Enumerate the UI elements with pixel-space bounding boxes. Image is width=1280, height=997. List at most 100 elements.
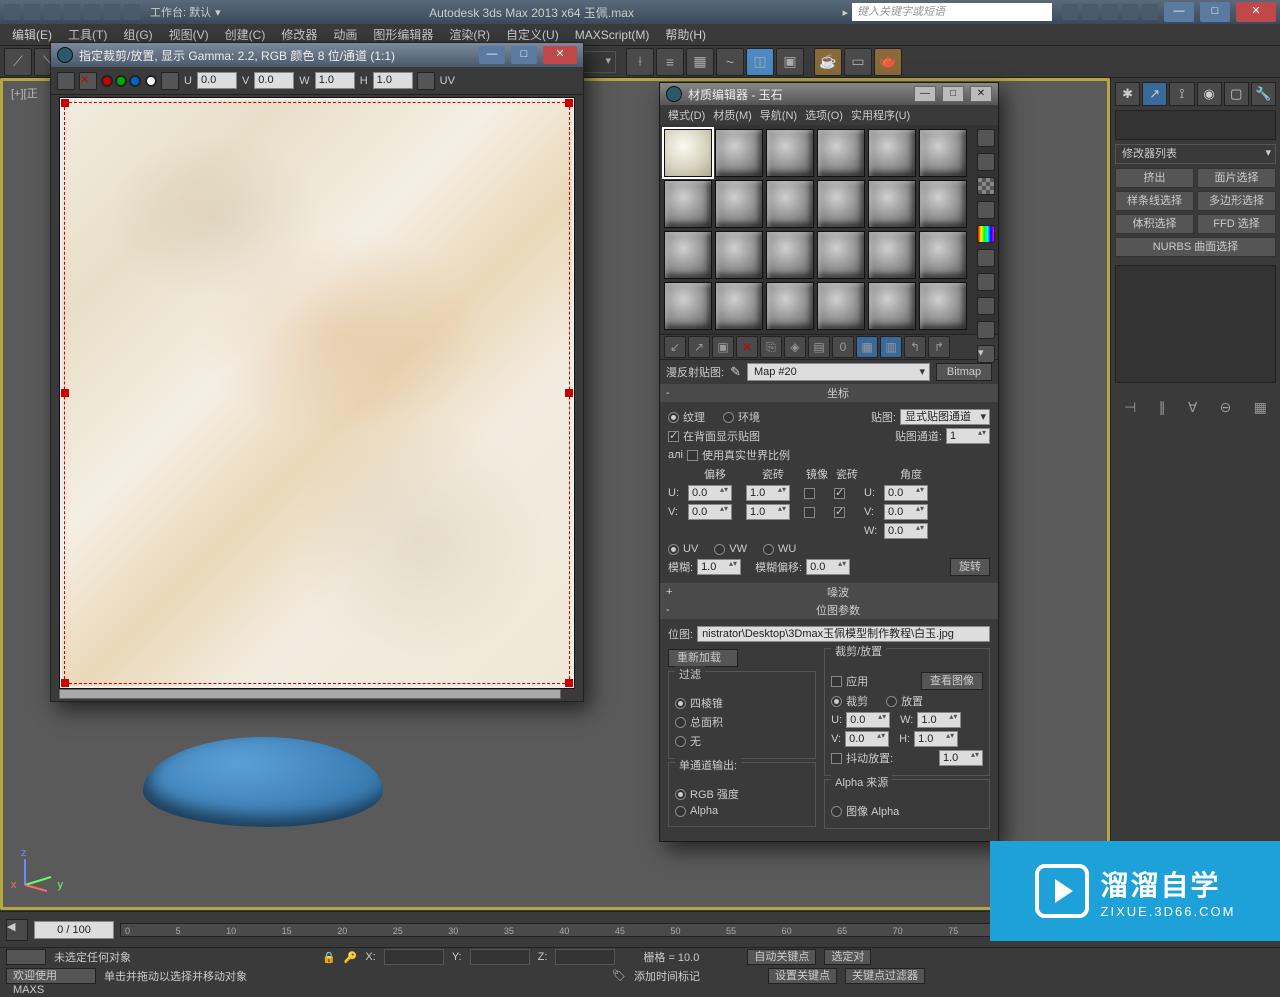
material-slot[interactable] [715, 129, 763, 177]
material-slot[interactable] [919, 282, 967, 330]
options-icon[interactable] [977, 273, 995, 291]
handle-mr[interactable] [565, 389, 573, 397]
help2-icon[interactable] [1142, 4, 1158, 20]
offset-v[interactable]: 0.0 [688, 504, 732, 520]
close-button[interactable]: ✕ [1236, 2, 1276, 22]
assign-icon[interactable]: ▣ [712, 336, 734, 358]
sel-lock-icon[interactable] [6, 949, 46, 965]
matmenu-material[interactable]: 材质(M) [713, 107, 752, 123]
eyedropper-icon[interactable]: ✎ [730, 364, 741, 380]
qat-project-icon[interactable] [124, 4, 140, 20]
sample-uv-icon[interactable] [977, 201, 995, 219]
radio-rgbint[interactable] [675, 789, 686, 800]
material-slot[interactable] [715, 282, 763, 330]
autokey-button[interactable]: 自动关键点 [747, 949, 816, 965]
radio-none[interactable] [675, 736, 686, 747]
material-slot[interactable] [919, 129, 967, 177]
bluroffset-spinner[interactable]: 0.0 [806, 559, 850, 575]
coord-y[interactable] [470, 949, 530, 965]
current-frame[interactable]: 0 / 100 [34, 921, 114, 939]
tag-icon[interactable]: 🏷 [612, 969, 626, 982]
v-spinner[interactable]: 0.0 [254, 72, 294, 89]
maximize-button[interactable]: □ [1200, 2, 1230, 22]
put-to-scene-icon[interactable]: ↗ [688, 336, 710, 358]
crop-del-icon[interactable]: ✕ [79, 72, 97, 90]
material-editor-icon[interactable]: ▣ [776, 48, 804, 76]
reset-icon[interactable]: ✕ [736, 336, 758, 358]
qat-open-icon[interactable] [44, 4, 60, 20]
jitter-spinner[interactable]: 1.0 [939, 750, 983, 766]
coord-z[interactable] [555, 949, 615, 965]
tab-hierarchy-icon[interactable]: ⟟ [1169, 82, 1194, 106]
matedit-maximize[interactable]: □ [942, 86, 964, 102]
btn-volsel[interactable]: 体积选择 [1115, 214, 1194, 234]
tab-utilities-icon[interactable]: 🔧 [1251, 82, 1276, 106]
lock-icon[interactable]: 🔒 [322, 951, 336, 964]
sample-type-icon[interactable] [977, 129, 995, 147]
radio-uv[interactable] [668, 544, 679, 555]
crop-lock-icon[interactable] [417, 72, 435, 90]
matmenu-options[interactable]: 选项(O) [805, 107, 843, 123]
matedit-close[interactable]: ✕ [970, 86, 992, 102]
material-slot-1[interactable] [664, 129, 712, 177]
key-icon[interactable]: 🔑 [344, 951, 358, 964]
btn-patchsel[interactable]: 面片选择 [1197, 168, 1276, 188]
material-slot[interactable] [868, 129, 916, 177]
render-icon[interactable]: 🫖 [874, 48, 902, 76]
btn-nurbssel[interactable]: NURBS 曲面选择 [1115, 237, 1276, 257]
crop-save-icon[interactable] [57, 72, 75, 90]
radio-wu[interactable] [763, 544, 774, 555]
crop-v[interactable]: 0.0 [845, 731, 889, 747]
angle-w[interactable]: 0.0 [884, 523, 928, 539]
material-slot[interactable] [664, 231, 712, 279]
green-channel-icon[interactable] [115, 75, 127, 87]
chk-showback[interactable] [668, 431, 679, 442]
coords-rollout-header[interactable]: -坐标 [660, 384, 998, 402]
show-map-icon[interactable]: ▦ [856, 336, 878, 358]
material-slot[interactable] [664, 282, 712, 330]
tile-v[interactable]: 1.0 [746, 504, 790, 520]
backlight-icon[interactable] [977, 153, 995, 171]
put-to-lib-icon[interactable]: ▤ [808, 336, 830, 358]
coord-x[interactable] [384, 949, 444, 965]
radio-imgalpha[interactable] [831, 806, 842, 817]
help-icon[interactable] [1062, 4, 1078, 20]
material-slot[interactable] [919, 231, 967, 279]
make-preview-icon[interactable] [977, 249, 995, 267]
show-icon[interactable]: ∥ [1159, 399, 1166, 416]
render-frame-icon[interactable]: ▭ [844, 48, 872, 76]
material-slot[interactable] [868, 180, 916, 228]
selected-combo[interactable]: 选定对 [824, 949, 871, 965]
material-slot[interactable] [664, 180, 712, 228]
crop-mono-icon[interactable] [161, 72, 179, 90]
app-icon[interactable] [4, 4, 20, 20]
qat-undo-icon[interactable] [84, 4, 100, 20]
setkey-button[interactable]: 设置关键点 [768, 968, 837, 984]
material-slot[interactable] [817, 231, 865, 279]
pin-icon[interactable]: ⊣ [1124, 399, 1136, 416]
handle-bl[interactable] [61, 679, 69, 687]
matedit-titlebar[interactable]: 材质编辑器 - 玉石 — □ ✕ [660, 83, 998, 105]
radio-crop[interactable] [831, 696, 842, 707]
mapchannel-spinner[interactable]: 1 [946, 428, 990, 444]
btn-ffdsel[interactable]: FFD 选择 [1197, 214, 1276, 234]
exchange-icon[interactable] [1122, 4, 1138, 20]
rotate-button[interactable]: 旋转 [950, 558, 990, 576]
h-spinner[interactable]: 1.0 [373, 72, 413, 89]
handle-tr[interactable] [565, 99, 573, 107]
tab-display-icon[interactable]: ▢ [1224, 82, 1249, 106]
radio-summed[interactable] [675, 717, 686, 728]
chk-realworld[interactable] [687, 450, 698, 461]
u-spinner[interactable]: 0.0 [197, 72, 237, 89]
red-channel-icon[interactable] [101, 75, 113, 87]
handle-br[interactable] [565, 679, 573, 687]
material-slot[interactable] [868, 231, 916, 279]
crop-maximize-button[interactable]: □ [511, 46, 537, 64]
make-unique-icon[interactable]: ◈ [784, 336, 806, 358]
layer-icon[interactable]: ▦ [686, 48, 714, 76]
btn-extrude[interactable]: 挤出 [1115, 168, 1194, 188]
link-icon[interactable]: ⟋ [4, 48, 32, 76]
material-slot[interactable] [766, 282, 814, 330]
crop-scrollbar[interactable] [59, 689, 561, 699]
radio-alpha[interactable] [675, 806, 686, 817]
